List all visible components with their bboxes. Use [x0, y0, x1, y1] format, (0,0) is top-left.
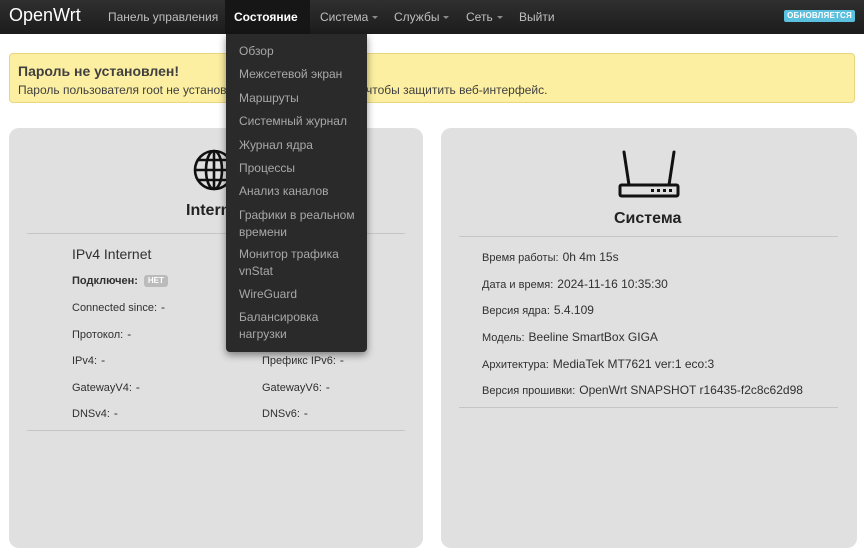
- kv-row: IPv4: -: [72, 353, 105, 367]
- divider: [27, 430, 405, 431]
- kv-value: 0h 4m 15s: [562, 250, 619, 264]
- kv-value: 5.4.109: [553, 303, 594, 317]
- kv-value: -: [325, 380, 330, 394]
- nav-services-label: Службы: [394, 10, 440, 24]
- kv-label: Протокол:: [72, 329, 124, 341]
- caret-down-icon: [496, 16, 503, 20]
- menu-item-channel-analysis[interactable]: Анализ каналов: [239, 183, 359, 200]
- kv-label: Время работы:: [482, 252, 559, 264]
- nav-dashboard[interactable]: Панель управления: [99, 0, 227, 34]
- password-warning-alert: Пароль не установлен! Пароль пользовател…: [9, 53, 855, 103]
- nav-status[interactable]: Состояние: [225, 0, 310, 54]
- nav-status-label: Состояние: [234, 10, 298, 24]
- kv-row: Архитектура: MediaTek MT7621 ver:1 eco:3: [482, 357, 714, 371]
- system-card: Система Время работы: 0h 4m 15s Дата и вр…: [441, 128, 857, 548]
- kv-label: Префикс IPv6:: [262, 355, 336, 367]
- menu-item-load-balancing[interactable]: Балансировка нагрузки: [239, 309, 359, 343]
- kv-row: Протокол: -: [72, 327, 131, 341]
- menu-item-realtime-graphs[interactable]: Графики в реальном времени: [239, 207, 359, 241]
- kv-row: GatewayV6: -: [262, 380, 330, 394]
- kv-label: IPv4:: [72, 355, 98, 367]
- caret-down-icon: [372, 16, 379, 20]
- kv-value: Beeline SmartBox GIGA: [528, 330, 658, 344]
- nav-network[interactable]: Сеть: [457, 0, 512, 34]
- kv-label: Connected since:: [72, 302, 157, 314]
- kv-label: DNSv6:: [262, 408, 300, 420]
- menu-item-vnstat[interactable]: Монитор трафика vnStat: [239, 246, 359, 280]
- kv-value: -: [113, 406, 118, 420]
- menu-item-wireguard[interactable]: WireGuard: [239, 286, 359, 303]
- kv-row: Модель: Beeline SmartBox GIGA: [482, 330, 658, 344]
- brand-logo[interactable]: OpenWrt: [9, 5, 81, 26]
- kv-value: -: [303, 406, 308, 420]
- kv-row: Префикс IPv6: -: [262, 353, 344, 367]
- kv-row: Дата и время: 2024-11-16 10:35:30: [482, 277, 668, 291]
- kv-row: Время работы: 0h 4m 15s: [482, 250, 619, 264]
- kv-value: -: [101, 353, 106, 367]
- nav-system[interactable]: Система: [311, 0, 387, 34]
- kv-value: OpenWrt SNAPSHOT r16435-f2c8c62d98: [579, 383, 803, 397]
- divider: [459, 236, 838, 237]
- caret-down-icon: [443, 16, 450, 20]
- connected-badge: НЕТ: [143, 275, 168, 287]
- refreshing-badge[interactable]: ОБНОВЛЯЕТСЯ: [784, 10, 855, 22]
- kv-row: Connected since: -: [72, 300, 165, 314]
- kv-label: Версия ядра:: [482, 305, 550, 317]
- kv-value: -: [127, 327, 132, 341]
- kv-row: Версия ядра: 5.4.109: [482, 303, 594, 317]
- nav-logout[interactable]: Выйти: [510, 0, 564, 34]
- menu-item-processes[interactable]: Процессы: [239, 160, 359, 177]
- connected-row: Подключен: НЕТ: [72, 273, 168, 287]
- divider: [459, 407, 838, 408]
- alert-title: Пароль не установлен!: [18, 63, 180, 79]
- menu-item-kernel-log[interactable]: Журнал ядра: [239, 137, 359, 154]
- kv-row: DNSv4: -: [72, 406, 118, 420]
- kv-value: -: [161, 300, 165, 314]
- menu-item-syslog[interactable]: Системный журнал: [239, 113, 359, 130]
- top-navbar: OpenWrt Панель управления Состояние Сист…: [0, 0, 864, 54]
- menu-item-firewall[interactable]: Межсетевой экран: [239, 66, 359, 83]
- connected-label: Подключен:: [72, 275, 138, 287]
- kv-value: -: [135, 380, 140, 394]
- kv-label: Модель:: [482, 332, 525, 344]
- kv-label: Архитектура:: [482, 359, 549, 371]
- menu-item-routes[interactable]: Маршруты: [239, 90, 359, 107]
- router-icon: [618, 150, 680, 198]
- kv-row: DNSv6: -: [262, 406, 308, 420]
- nav-dashboard-label: Панель управления: [108, 10, 219, 24]
- kv-label: Версия прошивки:: [482, 385, 576, 397]
- kv-row: Версия прошивки: OpenWrt SNAPSHOT r16435-…: [482, 383, 803, 397]
- system-title: Система: [614, 210, 682, 227]
- kv-value: MediaTek MT7621 ver:1 eco:3: [552, 357, 715, 371]
- menu-item-overview[interactable]: Обзор: [239, 43, 359, 60]
- nav-services[interactable]: Службы: [385, 0, 458, 34]
- nav-system-label: Система: [320, 10, 369, 24]
- ipv4-section-title: IPv4 Internet: [72, 246, 152, 262]
- kv-row: GatewayV4: -: [72, 380, 140, 394]
- kv-label: GatewayV4:: [72, 382, 132, 394]
- kv-label: DNSv4:: [72, 408, 110, 420]
- kv-label: GatewayV6:: [262, 382, 322, 394]
- nav-logout-label: Выйти: [519, 10, 555, 24]
- status-dropdown-menu: Обзор Межсетевой экран Маршруты Системны…: [226, 34, 367, 352]
- kv-label: Дата и время:: [482, 279, 554, 291]
- nav-network-label: Сеть: [466, 10, 493, 24]
- kv-value: 2024-11-16 10:35:30: [557, 277, 668, 291]
- kv-value: -: [339, 353, 344, 367]
